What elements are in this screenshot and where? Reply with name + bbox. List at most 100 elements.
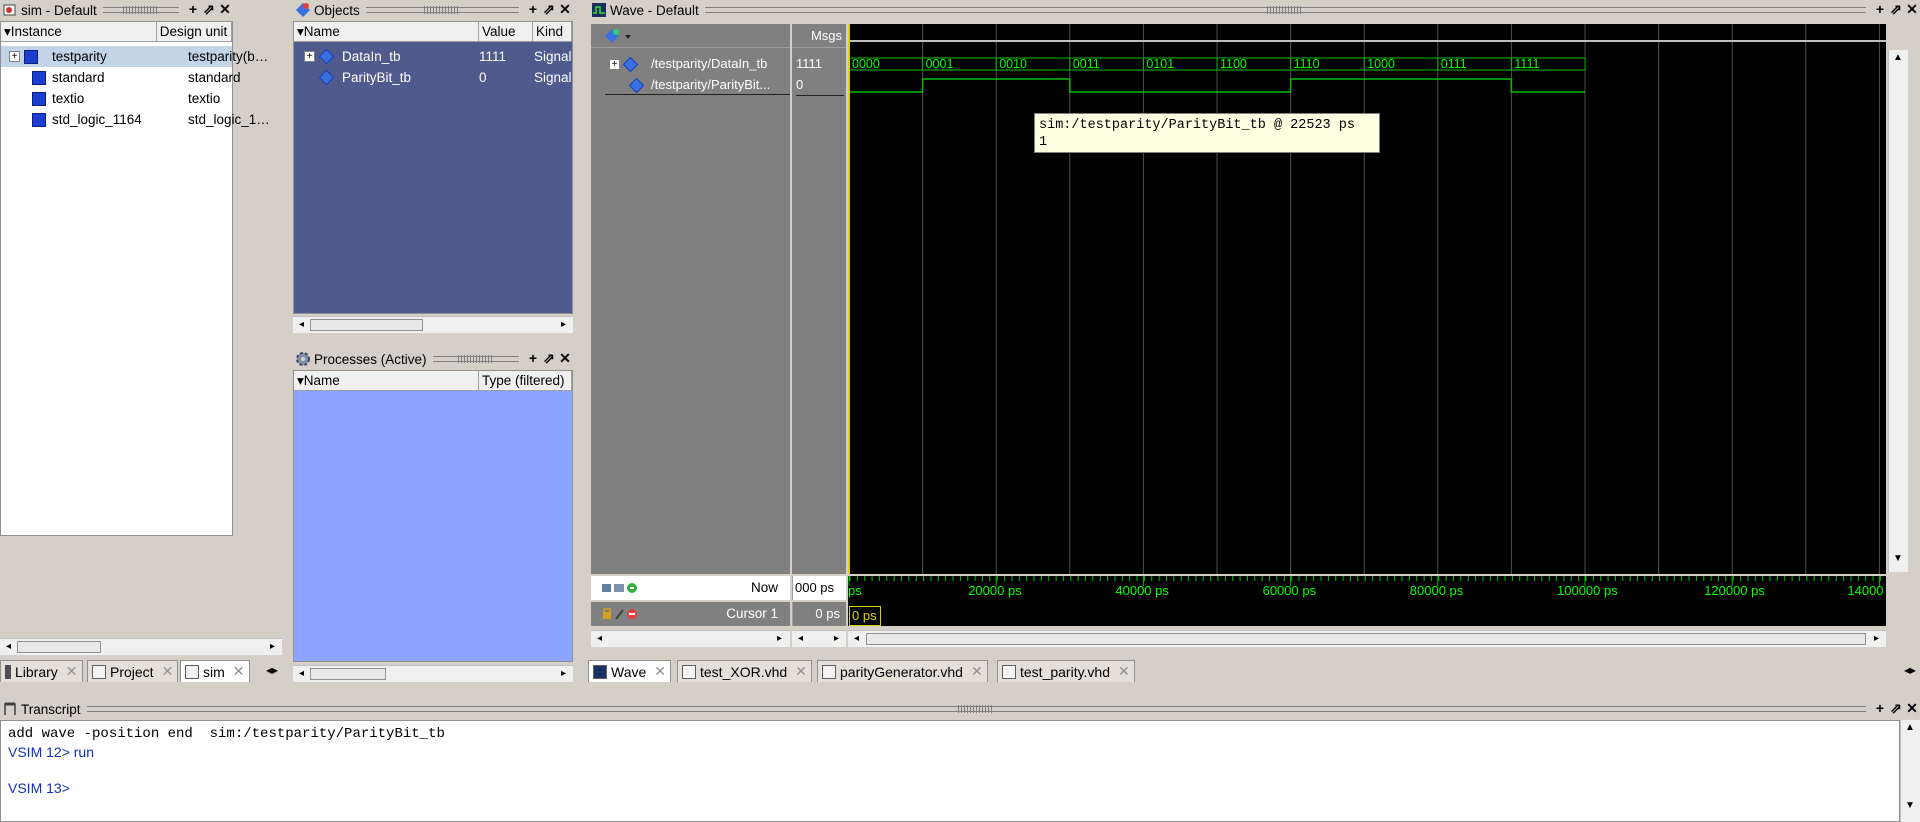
close-icon[interactable]: ✕ [654,663,666,680]
tab-library[interactable]: Library ✕ [0,660,83,682]
expand-icon[interactable]: + [304,51,315,62]
scroll-thumb[interactable] [17,641,101,653]
scroll-left-icon[interactable]: ◂ [293,666,310,682]
scroll-right-icon[interactable]: ▸ [555,317,572,333]
undock-icon[interactable]: ⇗ [541,351,557,367]
processes-panel-grip[interactable] [432,355,519,363]
close-icon[interactable]: ✕ [217,2,233,18]
objects-hscrollbar[interactable]: ◂ ▸ [293,316,573,333]
wave-names-hscrollbar[interactable]: ◂ ▸ [591,630,790,647]
wave-format-icon[interactable] [603,27,633,48]
sim-panel-grip[interactable] [102,6,179,14]
close-icon[interactable]: ✕ [971,663,983,680]
scroll-right-icon[interactable]: ▸ [1868,631,1885,647]
scroll-right-icon[interactable]: ▸ [555,666,572,682]
signal-path: /testparity/DataIn_tb [651,56,768,71]
close-icon[interactable]: ✕ [557,351,573,367]
scroll-up-icon[interactable]: ▲ [1905,722,1915,733]
scroll-right-icon[interactable]: ▸ [771,631,788,647]
tab-sim[interactable]: sim ✕ [180,660,250,682]
object-name: ParityBit_tb [342,70,412,85]
tab-scroll-icon[interactable]: ◂▸ [266,663,278,677]
tab-project[interactable]: Project ✕ [87,660,179,682]
transcript-vscrollbar[interactable]: ▲ ▼ [1900,720,1920,822]
sim-panel-hscrollbar[interactable]: ◂ ▸ [0,638,282,655]
column-kind[interactable]: Kind [533,22,572,41]
column-name[interactable]: ▾Name [294,371,479,390]
bus-value-label: 0011 [1072,57,1100,71]
expand-icon[interactable]: + [609,59,620,70]
column-type[interactable]: Type (filtered) [479,371,572,390]
now-toolbar-icons[interactable] [601,581,641,598]
scroll-left-icon[interactable]: ◂ [792,631,809,647]
scroll-thumb[interactable] [310,319,423,331]
bus-value-label: 1000 [1367,57,1395,71]
waveform-canvas[interactable] [848,24,1886,574]
tab-wave[interactable]: Wave ✕ [588,660,672,682]
sim-row-standard[interactable]: standard standard [1,67,241,88]
wave-values-hscrollbar[interactable]: ◂ ▸ [792,630,846,647]
cursor-toolbar-icons[interactable] [601,607,641,624]
undock-icon[interactable]: ⇗ [1888,701,1904,717]
scroll-left-icon[interactable]: ◂ [293,317,310,333]
insert-marker [605,94,790,95]
scroll-up-icon[interactable]: ▲ [1893,52,1903,63]
wave-vscrollbar[interactable]: ▲ ▼ [1888,50,1908,572]
scroll-left-icon[interactable]: ◂ [0,639,17,655]
sim-row-testparity[interactable]: + testparity testparity(b… [1,46,268,67]
instance-name: standard [52,70,105,85]
wave-signal-row-paritybit[interactable]: /testparity/ParityBit... [591,75,790,96]
transcript-grip[interactable] [86,705,1866,713]
dock-icon[interactable]: + [185,2,201,18]
close-icon[interactable]: ✕ [233,663,245,680]
signal-icon [318,69,335,86]
close-icon[interactable]: ✕ [1118,663,1130,680]
scroll-left-icon[interactable]: ◂ [591,631,608,647]
close-icon[interactable]: ✕ [1904,701,1920,717]
processes-hscrollbar[interactable]: ◂ ▸ [293,665,573,682]
wave-signal-row-datain[interactable]: + /testparity/DataIn_tb [591,54,790,75]
scroll-down-icon[interactable]: ▼ [1893,553,1903,564]
column-instance[interactable]: ▾Instance [1,22,157,41]
scroll-thumb[interactable] [310,668,386,680]
column-value[interactable]: Value [479,22,533,41]
transcript-line: VSIM 13> [8,780,70,796]
sim-row-std-logic[interactable]: std_logic_1164 std_logic_1… [1,109,270,130]
undock-icon[interactable]: ⇗ [1888,2,1904,18]
tab-parity-generator[interactable]: parityGenerator.vhd ✕ [817,660,988,682]
close-icon[interactable]: ✕ [66,663,78,680]
ruler-tick-label: 14000 [1847,583,1884,598]
tab-test-parity[interactable]: test_parity.vhd ✕ [997,660,1135,682]
tab-scroll-icon[interactable]: ◂▸ [1904,663,1916,677]
scroll-right-icon[interactable]: ▸ [264,639,281,655]
dock-icon[interactable]: + [525,351,541,367]
dock-icon[interactable]: + [1872,2,1888,18]
close-icon[interactable]: ✕ [162,663,174,680]
tab-test-xor[interactable]: test_XOR.vhd ✕ [677,660,812,682]
transcript-body[interactable]: add wave -position end sim:/testparity/P… [0,720,1900,822]
cursor-time-box[interactable]: 0 ps [849,606,881,626]
wave-panel-grip[interactable] [704,6,1866,14]
dock-icon[interactable]: + [525,2,541,18]
undock-icon[interactable]: ⇗ [541,2,557,18]
bus-value-label: 1100 [1220,57,1247,71]
close-icon[interactable]: ✕ [795,663,807,680]
objects-row-paritybit[interactable]: ParityBit_tb 0 Signal [294,67,572,88]
expand-icon[interactable]: + [9,51,20,62]
close-icon[interactable]: ✕ [557,2,573,18]
dock-icon[interactable]: + [1872,701,1888,717]
scroll-right-icon[interactable]: ▸ [828,631,845,647]
scroll-down-icon[interactable]: ▼ [1905,800,1915,811]
sim-row-textio[interactable]: textio textio [1,88,232,109]
scroll-thumb[interactable] [866,633,1866,645]
close-icon[interactable]: ✕ [1904,2,1920,18]
wave-display[interactable]: 0000 0001 0010 0011 0101 1100 1110 1000 0111 1111… [848,24,1886,574]
undock-icon[interactable]: ⇗ [201,2,217,18]
objects-panel-grip[interactable] [365,6,519,14]
objects-row-datain[interactable]: + DataIn_tb 1111 Signal [294,46,572,67]
scroll-left-icon[interactable]: ◂ [848,631,865,647]
wave-time-hscrollbar[interactable]: ◂ ▸ [848,630,1886,647]
column-design-unit[interactable]: Design unit [157,22,232,41]
bus-value-label: 1111 [1514,57,1540,71]
column-name[interactable]: ▾Name [294,22,479,41]
